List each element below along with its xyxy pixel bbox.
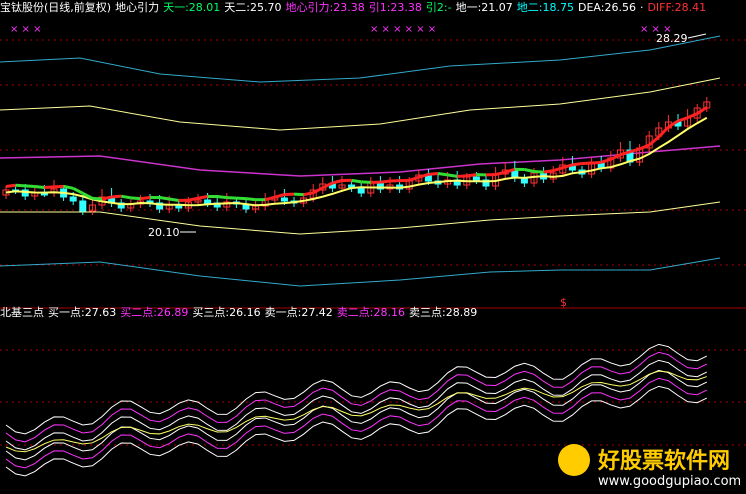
sub-indicator-item-0: 北基三点 — [0, 306, 44, 319]
trend-line-segment — [648, 135, 660, 147]
trend-line-segment — [447, 173, 458, 178]
trend-line-segment — [408, 175, 420, 182]
trend-line-segment — [533, 170, 544, 174]
trend-line-segment — [245, 197, 256, 202]
trend-line-segment — [495, 170, 506, 176]
trend-line-segment — [53, 184, 64, 189]
stock-chart[interactable]: × × × × × × × × × × × ×28.2920.10$ — [0, 0, 746, 494]
trend-line-segment — [600, 157, 612, 164]
trend-line-segment — [5, 183, 16, 188]
trend-line-segment — [236, 196, 247, 201]
candle-body — [357, 187, 365, 194]
trend-line-segment — [44, 185, 55, 189]
candle-body — [204, 199, 212, 204]
trend-line-segment — [572, 162, 583, 167]
trend-line-segment — [629, 147, 641, 154]
trend-line-segment — [437, 172, 448, 177]
trend-line-segment — [380, 179, 391, 184]
trend-line-segment — [552, 166, 564, 173]
trend-line-segment — [130, 196, 141, 201]
trend-line-segment — [466, 173, 477, 178]
high-price-label: 28.29 — [656, 32, 688, 45]
trend-line-segment — [457, 174, 467, 178]
trend-line-segment — [120, 194, 132, 200]
candle-body — [79, 200, 87, 212]
trend-line-segment — [264, 195, 276, 202]
trend-line-segment — [34, 185, 45, 189]
trend-line-segment — [72, 187, 84, 195]
trend-line-segment — [111, 194, 122, 199]
band-lower-cyan — [0, 257, 721, 287]
trend-line-segment — [140, 196, 151, 201]
sub-indicator-item-5: 卖二点:28.16 — [336, 306, 406, 319]
sub-indicator-header: 北基三点 买一点:27.63 买二点:26.89 买三点:26.16 卖一点:27.42… — [0, 305, 746, 321]
sub-indicator-item-6: 卖三点:28.89 — [409, 306, 478, 319]
trend-line-segment — [428, 172, 439, 176]
sub-indicator-item-1: 买一点:27.63 — [48, 306, 117, 319]
trend-line-segment — [303, 191, 314, 197]
trend-line-segment — [15, 183, 26, 188]
trend-line-segment — [677, 116, 689, 123]
x-marks-mid: × × × × × × — [370, 24, 436, 35]
trend-line-segment — [226, 196, 237, 200]
trend-line-segment — [332, 179, 343, 185]
trend-line-segment — [687, 112, 698, 120]
trend-line-segment — [168, 197, 180, 202]
band-upper-cyan — [0, 35, 721, 83]
trend-line-segment — [274, 193, 285, 199]
sub-indicator-item-2: 买二点:26.89 — [120, 306, 189, 319]
trend-line-segment — [543, 169, 554, 174]
trend-line-segment — [159, 196, 170, 201]
trend-line-segment — [197, 195, 208, 200]
band-lower-yellow — [0, 201, 721, 235]
candle-body — [69, 196, 77, 202]
sub-line-sell-3 — [5, 343, 708, 435]
watermark-logo-icon — [558, 444, 590, 476]
sub-indicator-item-4: 卖一点:27.42 — [264, 306, 333, 319]
trend-line-segment — [63, 184, 74, 190]
trend-line-segment — [591, 160, 602, 165]
trend-line-segment — [351, 178, 362, 184]
trend-line-segment — [188, 196, 199, 202]
trend-line-segment — [92, 196, 103, 201]
watermark-url: www.goodgupiao.com — [598, 474, 740, 489]
trend-line-segment — [524, 168, 535, 173]
candle-body — [280, 197, 288, 202]
low-price-label: 20.10 — [148, 226, 180, 239]
trend-line-segment — [217, 195, 227, 200]
sub-indicator-item-3: 买三点:26.16 — [192, 306, 261, 319]
watermark-title: 好股票软件网 — [597, 448, 730, 474]
candle-body — [472, 176, 480, 181]
trend-line-segment — [293, 192, 304, 197]
trend-line-segment — [361, 180, 371, 184]
band-upper-yellow — [0, 77, 721, 131]
x-marks-left: × × × — [10, 24, 42, 35]
high-price-pointer — [687, 33, 707, 39]
trend-line-segment — [101, 195, 112, 201]
trend-line-segment — [25, 184, 35, 188]
watermark: 好股票软件网 www.goodgupiao.com — [554, 438, 740, 490]
